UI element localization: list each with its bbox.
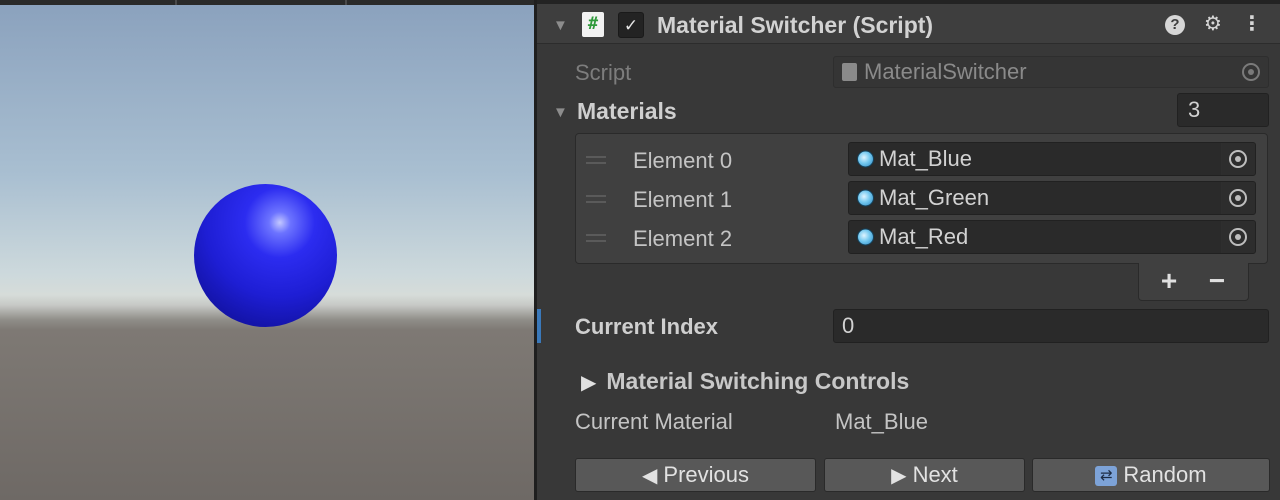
shuffle-icon: ⇄ bbox=[1095, 466, 1118, 486]
element-label: Element 0 bbox=[633, 148, 733, 173]
help-icon[interactable]: ? bbox=[1165, 15, 1185, 35]
materials-size-value: 3 bbox=[1188, 97, 1201, 122]
material-field-value: Mat_Blue bbox=[879, 146, 972, 171]
blue-sphere[interactable] bbox=[194, 184, 337, 327]
material-field-value: Mat_Green bbox=[879, 185, 990, 210]
component-header[interactable]: ▼ # ✓ Material Switcher (Script) ? ⚙ ⋮ bbox=[537, 4, 1280, 44]
field-focus-indicator bbox=[537, 309, 541, 343]
current-index-label: Current Index bbox=[575, 314, 719, 339]
material-field-value: Mat_Red bbox=[879, 224, 969, 249]
material-object-field[interactable]: Mat_Red bbox=[848, 220, 1256, 254]
toolbar-divider bbox=[345, 0, 347, 5]
object-picker-icon bbox=[1229, 189, 1247, 207]
current-material-label: Current Material bbox=[575, 409, 733, 434]
current-index-value: 0 bbox=[842, 313, 855, 338]
material-icon bbox=[857, 150, 874, 168]
component-foldout-icon[interactable]: ▼ bbox=[553, 18, 568, 33]
current-index-input[interactable]: 0 bbox=[833, 309, 1269, 343]
element-label: Element 1 bbox=[633, 187, 733, 212]
add-element-button[interactable]: + bbox=[1149, 265, 1189, 297]
script-field-value: MaterialSwitcher bbox=[864, 59, 1027, 84]
materials-list: Element 0 Mat_Blue Element 1 Mat_Green E… bbox=[575, 133, 1268, 264]
material-icon bbox=[857, 228, 874, 246]
object-picker-icon bbox=[1229, 228, 1247, 246]
switching-controls-foldout[interactable]: ▶ Material Switching Controls bbox=[581, 368, 909, 395]
materials-size-input[interactable]: 3 bbox=[1177, 93, 1269, 127]
remove-element-button[interactable]: − bbox=[1197, 265, 1237, 297]
random-button[interactable]: ⇄ Random bbox=[1032, 458, 1270, 492]
object-picker-icon bbox=[1242, 63, 1260, 81]
component-title: Material Switcher (Script) bbox=[657, 12, 934, 38]
triangle-right-icon: ▶ bbox=[891, 465, 907, 487]
random-button-label: Random bbox=[1123, 462, 1207, 487]
object-picker-icon bbox=[1229, 150, 1247, 168]
toolbar-divider bbox=[175, 0, 177, 5]
list-add-remove-footer: + − bbox=[1138, 263, 1249, 301]
triangle-left-icon: ◀ bbox=[642, 465, 658, 487]
drag-handle-icon[interactable] bbox=[586, 156, 606, 164]
script-object-field: MaterialSwitcher bbox=[833, 56, 1269, 88]
drag-handle-icon[interactable] bbox=[586, 234, 606, 242]
previous-button-label: Previous bbox=[663, 462, 749, 487]
script-asset-icon bbox=[842, 63, 857, 81]
element-label: Element 2 bbox=[633, 226, 733, 251]
preset-sliders-icon[interactable]: ⚙ bbox=[1201, 12, 1225, 36]
scene-view[interactable] bbox=[0, 0, 534, 500]
inspector-panel: ▼ # ✓ Material Switcher (Script) ? ⚙ ⋮ S… bbox=[534, 0, 1280, 500]
script-label: Script bbox=[575, 60, 632, 85]
csharp-script-icon: # bbox=[582, 12, 604, 37]
materials-foldout-icon[interactable]: ▼ bbox=[553, 105, 568, 120]
material-icon bbox=[857, 189, 874, 207]
switching-controls-title: Material Switching Controls bbox=[606, 368, 910, 394]
component-enabled-checkbox[interactable]: ✓ bbox=[618, 12, 644, 38]
drag-handle-icon[interactable] bbox=[586, 195, 606, 203]
foldout-arrow-icon: ▶ bbox=[581, 372, 597, 394]
next-button-label: Next bbox=[912, 462, 958, 487]
previous-button[interactable]: ◀ Previous bbox=[575, 458, 816, 492]
next-button[interactable]: ▶ Next bbox=[824, 458, 1025, 492]
materials-label[interactable]: Materials bbox=[577, 98, 677, 125]
scene-toolbar-strip bbox=[0, 0, 534, 5]
object-picker-button[interactable] bbox=[1221, 221, 1255, 253]
context-menu-icon[interactable]: ⋮ bbox=[1242, 12, 1262, 36]
material-object-field[interactable]: Mat_Green bbox=[848, 181, 1256, 215]
current-material-value: Mat_Blue bbox=[835, 409, 928, 434]
material-object-field[interactable]: Mat_Blue bbox=[848, 142, 1256, 176]
object-picker-button[interactable] bbox=[1221, 143, 1255, 175]
object-picker-button[interactable] bbox=[1221, 182, 1255, 214]
